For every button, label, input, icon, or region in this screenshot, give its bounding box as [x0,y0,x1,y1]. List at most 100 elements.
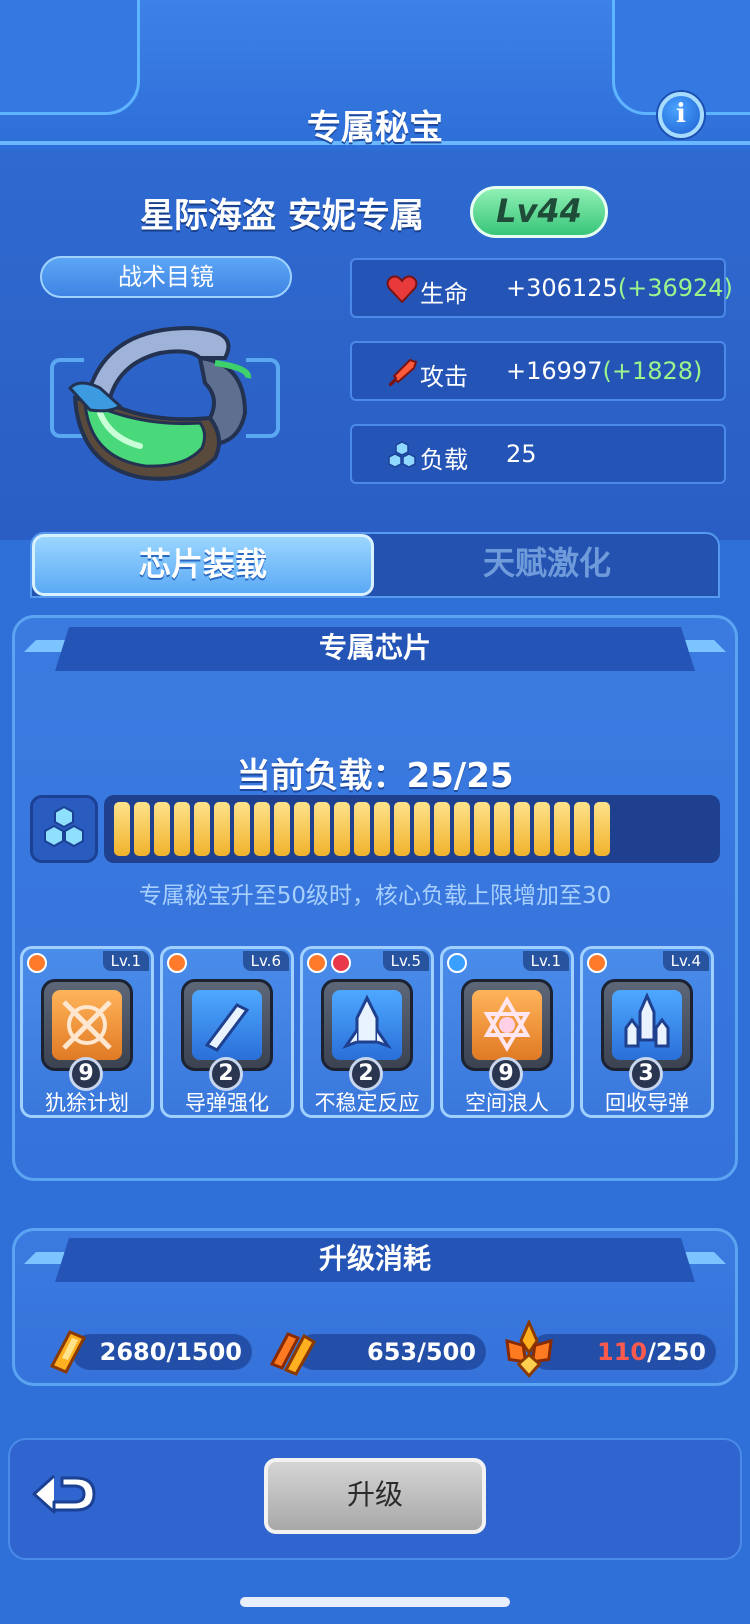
stat-bonus-attack: (+1828) [602,357,703,385]
stat-value-attack: +16997(+1828) [506,357,703,385]
crosshair-icon [52,990,122,1060]
crystal-cluster-icon [505,1320,553,1378]
chip-card[interactable]: Lv.5 2 不稳定反应 [300,946,434,1118]
chip-card[interactable]: Lv.4 3 回收导弹 [580,946,714,1118]
double-crystal-icon [269,1332,317,1376]
load-segment [314,802,330,856]
rocket-icon [332,990,402,1060]
cost-need: /250 [647,1338,706,1366]
load-segment [194,802,210,856]
rocket-tag-icon [167,953,187,973]
chip-count: 2 [349,1057,383,1091]
info-icon[interactable]: i [658,92,704,138]
cost-need: /500 [417,1338,476,1366]
home-indicator[interactable] [240,1597,510,1607]
goggles-icon [67,325,252,481]
load-segment [574,802,590,856]
cost-section-title: 升级消耗 [55,1238,695,1282]
stat-bonus-hp: (+36924) [617,274,733,302]
chip-level: Lv.4 [662,951,709,971]
stat-label-load: 负载 [420,446,468,474]
sword-icon [389,358,418,386]
cost-have: 2680 [99,1338,167,1366]
load-segment [154,802,170,856]
gem-tag-icon [331,953,351,973]
chip-name: 导弹强化 [185,1091,269,1115]
chip-name: 不稳定反应 [314,1091,420,1115]
chip-name: 犰狳计划 [45,1091,129,1115]
hexagon-cluster-icon [388,441,416,468]
load-segment [114,802,130,856]
rocket-tag-icon [307,953,327,973]
rocket-tag-icon [587,953,607,973]
stat-value-hp: +306125(+36924) [506,274,733,302]
chip-card[interactable]: Lv.1 9 空间浪人 [440,946,574,1118]
chip-section-title: 专属芯片 [55,627,695,671]
page-title: 专属秘宝 [307,108,443,148]
load-icon-box [30,795,98,863]
stat-row-load: 负载 25 [350,424,726,484]
load-segment [334,802,350,856]
load-segment [434,802,450,856]
chip-level: Lv.6 [242,951,289,971]
chip-level: Lv.1 [522,951,569,971]
load-segment [454,802,470,856]
load-segment [554,802,570,856]
cost-need: /1500 [166,1338,242,1366]
load-segment [374,802,390,856]
load-segment [534,802,550,856]
load-segment [494,802,510,856]
heart-icon [386,275,418,303]
goggles-item-image[interactable] [50,318,280,488]
relic-level-badge: Lv44 [470,186,608,238]
stat-value-load: 25 [506,440,537,468]
back-arrow-icon[interactable] [28,1468,100,1528]
load-title: 当前负载：25/25 [236,756,514,796]
upgrade-button[interactable]: 升级 [264,1458,486,1534]
chip-name: 空间浪人 [465,1091,549,1115]
load-segment [274,802,290,856]
load-segment [414,802,430,856]
load-segment [474,802,490,856]
load-hint: 专属秘宝升至50级时，核心负载上限增加至30 [138,883,612,909]
load-segment [394,802,410,856]
chip-name: 回收导弹 [605,1091,689,1115]
stat-row-attack: 攻击 +16997(+1828) [350,341,726,401]
rocket-tag-icon [27,953,47,973]
load-segment [254,802,270,856]
chip-card[interactable]: Lv.1 9 犰狳计划 [20,946,154,1118]
load-segment [174,802,190,856]
tab-chip-load[interactable]: 芯片装载 [32,534,374,596]
load-segment [594,802,610,856]
load-segment [294,802,310,856]
chip-level: Lv.1 [102,951,149,971]
stat-label-attack: 攻击 [420,363,468,391]
missile-cluster-icon [612,990,682,1060]
missile-icon [192,990,262,1060]
chip-count: 9 [69,1057,103,1091]
stat-label-hp: 生命 [420,280,468,308]
stat-row-hp: 生命 +306125(+36924) [350,258,733,318]
chip-count: 9 [489,1057,523,1091]
chip-count: 2 [209,1057,243,1091]
load-segment [214,802,230,856]
chip-count: 3 [629,1057,663,1091]
chip-card[interactable]: Lv.6 2 导弹强化 [160,946,294,1118]
shield-tag-icon [447,953,467,973]
star-of-david-icon [472,990,542,1060]
hexagon-cluster-icon [44,805,84,848]
load-segment [514,802,530,856]
orange-crystal-icon [49,1330,87,1374]
load-segment [354,802,370,856]
item-name-plate: 战术目镜 [40,256,292,298]
load-bar-segments [114,802,714,856]
load-segment [134,802,150,856]
relic-name: 星际海盗 安妮专属 [140,196,424,236]
cost-item-1: 2680/1500 [72,1334,252,1370]
cost-item-2: 653/500 [296,1334,486,1370]
cost-have: 653 [367,1338,418,1366]
chip-level: Lv.5 [382,951,429,971]
tab-talent[interactable]: 天赋激化 [376,534,718,596]
cost-have-insufficient: 110 [597,1338,648,1366]
load-segment [234,802,250,856]
